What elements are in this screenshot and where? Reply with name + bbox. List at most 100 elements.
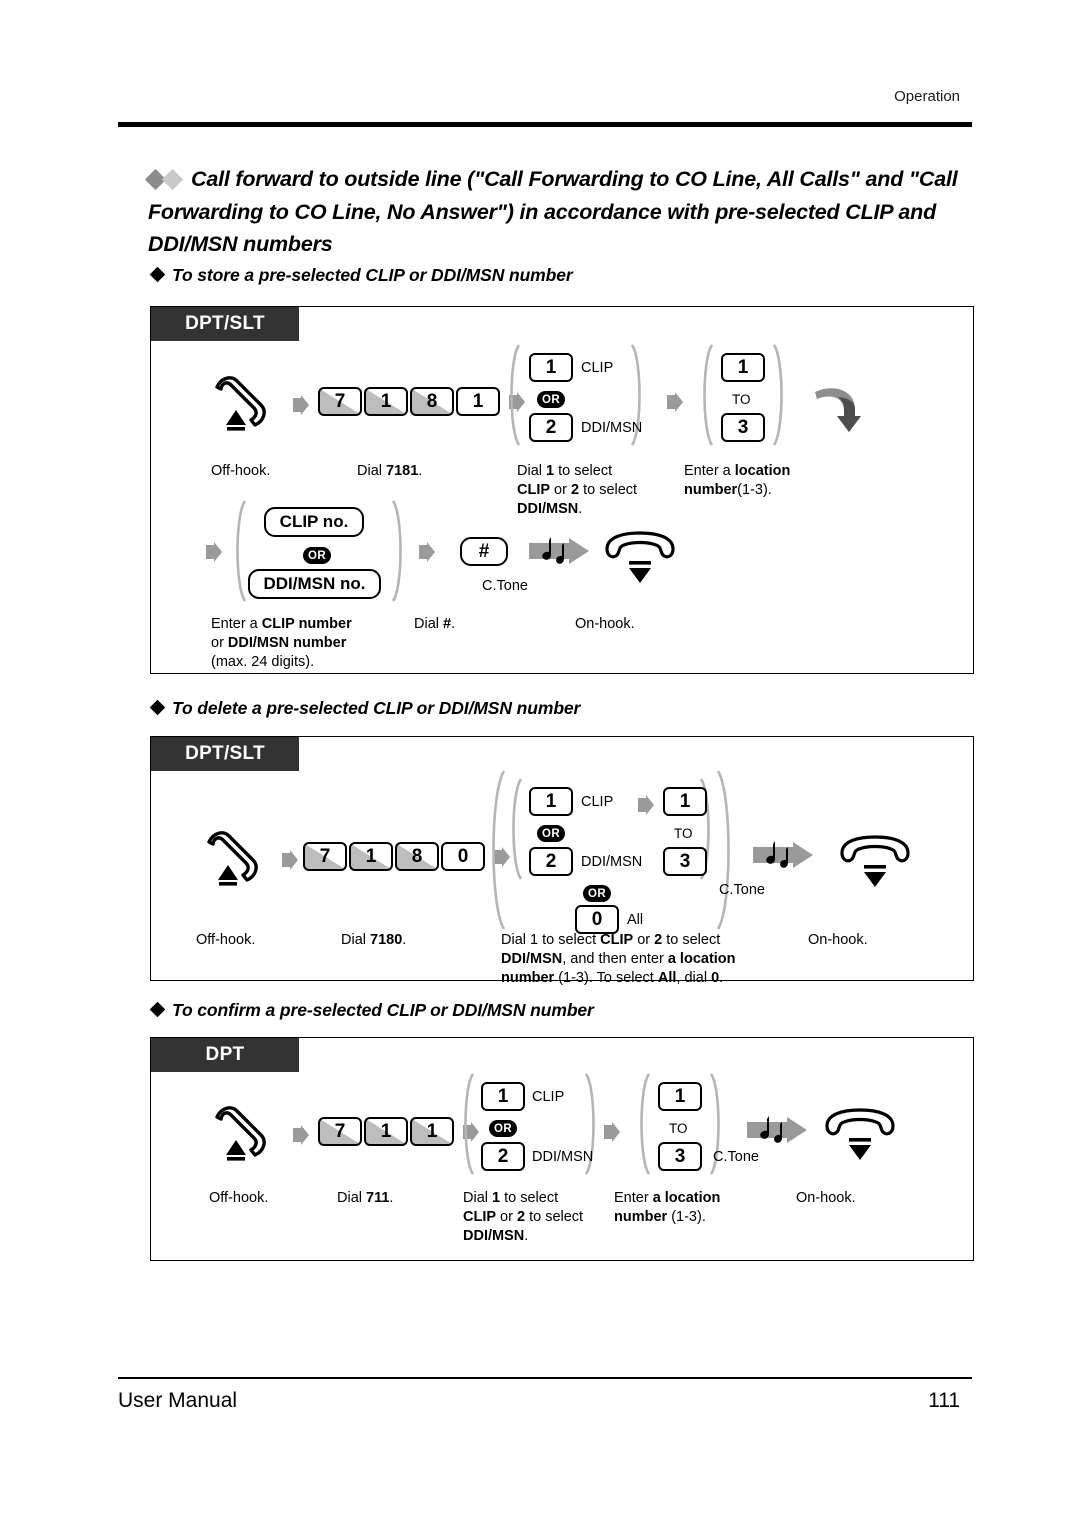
key-label-ddimsn: DDI/MSN [581,854,643,870]
key-label-ddimsn: DDI/MSN [581,420,643,436]
section-heading-confirm-text: To confirm a pre-selected CLIP or DDI/MS… [172,1000,594,1020]
panel-tab-dpt-slt-store: DPT/SLT [151,307,299,341]
keypad-key-8[interactable]: 8 [395,842,439,871]
or-badge-icon: OR [537,391,565,408]
caption-off-hook: Off-hook. [196,932,256,948]
section-heading-store-text: To store a pre-selected CLIP or DDI/MSN … [172,265,573,285]
diamond-bullet-icon [149,266,166,283]
flow-arrow-icon [293,395,309,415]
key-label-clip: CLIP [532,1089,565,1105]
caption-on-hook: On-hook. [796,1190,856,1206]
section-heading-confirm: To confirm a pre-selected CLIP or DDI/MS… [149,1000,594,1021]
footer-manual-label: User Manual [118,1389,238,1412]
confirmation-tone-icon [753,839,815,871]
page-title: Call forward to outside line ("Call Forw… [144,163,988,260]
softkey-clip-no[interactable]: CLIP no. [264,507,364,537]
keypad-key-location-3[interactable]: 3 [658,1142,702,1171]
procedure-panel-delete: DPT/SLT 7 1 8 0 1 CLIP OR 2 DDI/MSN 1 TO… [150,736,974,986]
keypad-key-1a[interactable]: 1 [349,842,393,871]
caption-dial-1-or-2: Dial 1 to select CLIP or 2 to select DDI/M… [517,463,638,517]
section-heading-delete: To delete a pre-selected CLIP or DDI/MSN… [149,698,580,719]
label-ctone: C.Tone [713,1149,759,1165]
footer-rule [118,1377,972,1379]
procedure-panel-confirm: DPT 7 1 1 1 CLIP OR 2 DDI/MSN 1 TO 3 C.T… [150,1037,974,1261]
or-badge-icon: OR [537,825,565,842]
caption-on-hook: On-hook. [808,932,868,948]
range-to-label: TO [669,1121,688,1136]
flow-arrow-icon [638,795,654,815]
caption-dial-7181: Dial 7181. [357,463,423,479]
keypad-key-1-clip[interactable]: 1 [481,1082,525,1111]
flow-arrow-icon [419,542,435,562]
flow-arrow-icon [667,392,683,412]
keypad-key-0-all[interactable]: 0 [575,905,619,934]
caption-enter-location: Enter a location number(1-3). [684,463,791,498]
footer-page-number: 111 [928,1389,960,1412]
panel-tab-dpt-confirm: DPT [151,1038,299,1072]
keypad-key-2-ddimsn[interactable]: 2 [481,1142,525,1171]
diamond-bullet-icon [149,699,166,716]
caption-dial-711: Dial 711. [337,1190,394,1206]
keypad-key-location-3[interactable]: 3 [663,847,707,876]
range-to-label: TO [732,392,751,407]
or-badge-icon: OR [583,885,611,902]
off-hook-handset-icon [209,370,279,432]
caption-off-hook: Off-hook. [211,463,271,479]
keypad-key-1b[interactable]: 1 [456,387,500,416]
keypad-key-1a[interactable]: 1 [364,1117,408,1146]
caption-off-hook: Off-hook. [209,1190,269,1206]
header-rule [118,122,972,127]
on-hook-handset-icon [836,835,914,891]
flow-arrow-icon [293,1125,309,1145]
off-hook-handset-icon [209,1100,279,1162]
keypad-key-1b[interactable]: 1 [410,1117,454,1146]
keypad-key-location-1[interactable]: 1 [658,1082,702,1111]
keypad-key-1-clip[interactable]: 1 [529,353,573,382]
caption-delete-instructions: Dial 1 to select CLIP or 2 to select DDI/… [501,932,736,986]
softkey-ddimsn-no[interactable]: DDI/MSN no. [248,569,381,599]
key-label-clip: CLIP [581,794,614,810]
keypad-key-2-ddimsn[interactable]: 2 [529,413,573,442]
caption-dial-7180: Dial 7180. [341,932,407,948]
keypad-key-7[interactable]: 7 [303,842,347,871]
key-label-all: All [627,912,644,928]
off-hook-handset-icon [201,825,271,887]
flow-arrow-icon [206,542,222,562]
keypad-key-hash[interactable]: # [460,537,508,566]
label-ctone: C.Tone [482,578,528,594]
range-to-label: TO [674,826,693,841]
keypad-key-1-clip[interactable]: 1 [529,787,573,816]
keypad-key-7[interactable]: 7 [318,1117,362,1146]
header-section-label: Operation [894,88,960,105]
or-badge-icon: OR [489,1120,517,1137]
or-badge-icon: OR [303,547,331,564]
flow-arrow-icon [282,850,298,870]
flow-arrow-icon [604,1122,620,1142]
key-label-clip: CLIP [581,360,614,376]
keypad-key-0[interactable]: 0 [441,842,485,871]
section-heading-store: To store a pre-selected CLIP or DDI/MSN … [149,265,573,286]
keypad-key-location-1[interactable]: 1 [721,353,765,382]
caption-dial-hash: Dial #. [414,616,456,632]
label-ctone: C.Tone [719,882,765,898]
on-hook-handset-icon [821,1108,899,1164]
confirmation-tone-icon [747,1114,809,1146]
panel-tab-dpt-slt-delete: DPT/SLT [151,737,299,771]
caption-enter-location: Enter a location number (1-3). [614,1190,721,1225]
confirmation-tone-icon [529,535,591,567]
keypad-key-location-3[interactable]: 3 [721,413,765,442]
manual-page: Operation Call forward to outside line (… [0,0,1080,1528]
procedure-panel-store: DPT/SLT 7 1 8 1 1 CLIP OR 2 DDI/MSN 1 TO… [150,306,974,674]
caption-dial-1-or-2: Dial 1 to select CLIP or 2 to select DDI/M… [463,1190,584,1244]
keypad-key-7[interactable]: 7 [318,387,362,416]
wrap-arrow-icon [811,385,863,437]
keypad-key-location-1[interactable]: 1 [663,787,707,816]
keypad-key-8[interactable]: 8 [410,387,454,416]
on-hook-handset-icon [601,531,679,587]
key-label-ddimsn: DDI/MSN [532,1149,594,1165]
diamond-bullet-icon [149,1001,166,1018]
keypad-key-2-ddimsn[interactable]: 2 [529,847,573,876]
keypad-key-1a[interactable]: 1 [364,387,408,416]
double-diamond-icon [144,164,184,196]
page-title-text: Call forward to outside line ("Call Forw… [148,167,958,256]
